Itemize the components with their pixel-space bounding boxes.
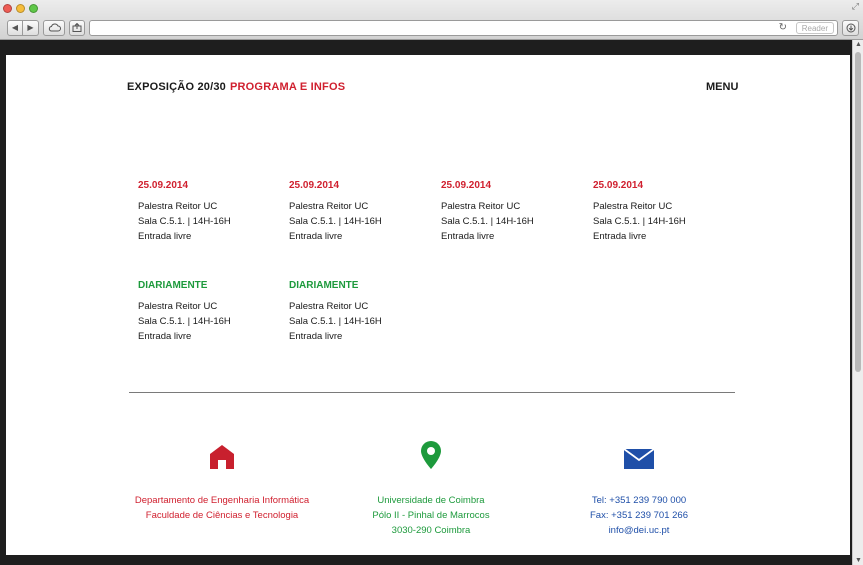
- department-name: Departamento de Engenharia Informática: [134, 495, 310, 506]
- site-title[interactable]: EXPOSIÇÃO 20/30: [127, 81, 226, 93]
- event-room-time: Sala C.5.1. | 14H-16H: [138, 216, 231, 227]
- event-room-time: Sala C.5.1. | 14H-16H: [289, 216, 382, 227]
- event-date: 25.09.2014: [441, 180, 492, 191]
- map-pin-icon: [421, 441, 441, 469]
- page-title: PROGRAMA E INFOS: [230, 81, 346, 93]
- scroll-thumb[interactable]: [855, 52, 861, 372]
- forward-button[interactable]: ▶: [23, 19, 39, 36]
- event-title: Palestra Reitor UC: [138, 301, 218, 312]
- fax-number: Fax: +351 239 701 266: [590, 510, 688, 521]
- event-item: 25.09.2014 Palestra Reitor UC Sala C.5.1…: [441, 180, 581, 244]
- university-name: Universidade de Coimbra: [377, 495, 485, 506]
- event-date: 25.09.2014: [138, 180, 189, 191]
- event-room-time: Sala C.5.1. | 14H-16H: [138, 316, 231, 327]
- event-date: DIARIAMENTE: [138, 280, 208, 291]
- browser-chrome: ⤢ ◀ ▶ ↻ Reader: [0, 0, 863, 40]
- zoom-window-button[interactable]: [29, 4, 38, 13]
- event-title: Palestra Reitor UC: [289, 201, 369, 212]
- share-icon: [72, 23, 82, 32]
- event-date: DIARIAMENTE: [289, 280, 359, 291]
- footer-contact: Tel: +351 239 790 000 Fax: +351 239 701 …: [539, 441, 739, 538]
- address-bar[interactable]: ↻ Reader: [89, 19, 838, 36]
- menu-button[interactable]: MENU: [706, 81, 738, 93]
- cloud-icon: [48, 23, 61, 32]
- browser-toolbar: ◀ ▶ ↻ Reader: [7, 19, 859, 36]
- event-item: DIARIAMENTE Palestra Reitor UC Sala C.5.…: [289, 280, 429, 344]
- event-room-time: Sala C.5.1. | 14H-16H: [289, 316, 382, 327]
- scroll-down-icon[interactable]: ▼: [855, 557, 862, 564]
- event-item: 25.09.2014 Palestra Reitor UC Sala C.5.1…: [289, 180, 429, 244]
- campus-name: Pólo II - Pinhal de Marrocos: [372, 510, 490, 521]
- event-item: DIARIAMENTE Palestra Reitor UC Sala C.5.…: [138, 280, 278, 344]
- event-date: 25.09.2014: [289, 180, 340, 191]
- event-item: 25.09.2014 Palestra Reitor UC Sala C.5.1…: [593, 180, 733, 244]
- event-item: 25.09.2014 Palestra Reitor UC Sala C.5.1…: [138, 180, 278, 244]
- mail-icon-wrap: [539, 441, 739, 469]
- nav-buttons: ◀ ▶: [7, 19, 39, 36]
- event-room-time: Sala C.5.1. | 14H-16H: [441, 216, 534, 227]
- email-link[interactable]: info@dei.uc.pt: [539, 523, 739, 538]
- icloud-tabs-button[interactable]: [43, 19, 65, 36]
- event-title: Palestra Reitor UC: [441, 201, 521, 212]
- fullscreen-icon[interactable]: ⤢: [852, 2, 859, 12]
- event-entry: Entrada livre: [138, 331, 192, 342]
- mail-icon[interactable]: [624, 449, 654, 469]
- event-entry: Entrada livre: [441, 231, 495, 242]
- event-date: 25.09.2014: [593, 180, 644, 191]
- postal-code: 3030-290 Coimbra: [391, 525, 471, 536]
- event-entry: Entrada livre: [593, 231, 647, 242]
- window-controls: [3, 4, 38, 13]
- downloads-button[interactable]: [842, 19, 859, 36]
- section-divider: [129, 392, 735, 393]
- scroll-up-icon[interactable]: ▲: [855, 41, 862, 48]
- event-room-time: Sala C.5.1. | 14H-16H: [593, 216, 686, 227]
- reader-button[interactable]: Reader: [795, 21, 834, 34]
- scrollbar[interactable]: ▲ ▼: [852, 40, 863, 565]
- event-title: Palestra Reitor UC: [138, 201, 218, 212]
- event-entry: Entrada livre: [289, 331, 343, 342]
- back-button[interactable]: ◀: [7, 19, 23, 36]
- share-button[interactable]: [69, 19, 85, 36]
- close-window-button[interactable]: [3, 4, 12, 13]
- download-icon: [846, 23, 855, 32]
- reload-icon[interactable]: ↻: [779, 22, 787, 33]
- page-header: EXPOSIÇÃO 20/30 PROGRAMA E INFOS: [127, 81, 345, 93]
- home-icon: [210, 445, 234, 469]
- footer-address: Universidade de Coimbra Pólo II - Pinhal…: [331, 441, 531, 538]
- event-entry: Entrada livre: [289, 231, 343, 242]
- minimize-window-button[interactable]: [16, 4, 25, 13]
- home-icon-wrap: [122, 441, 322, 469]
- map-pin-icon-wrap: [331, 441, 531, 469]
- event-title: Palestra Reitor UC: [289, 301, 369, 312]
- web-page: EXPOSIÇÃO 20/30 PROGRAMA E INFOS MENU 25.…: [6, 55, 850, 555]
- footer-department: Departamento de Engenharia Informática F…: [122, 441, 322, 523]
- event-entry: Entrada livre: [138, 231, 192, 242]
- event-title: Palestra Reitor UC: [593, 201, 673, 212]
- faculty-name: Faculdade de Ciências e Tecnologia: [145, 510, 299, 521]
- phone-number[interactable]: Tel: +351 239 790 000: [539, 493, 739, 508]
